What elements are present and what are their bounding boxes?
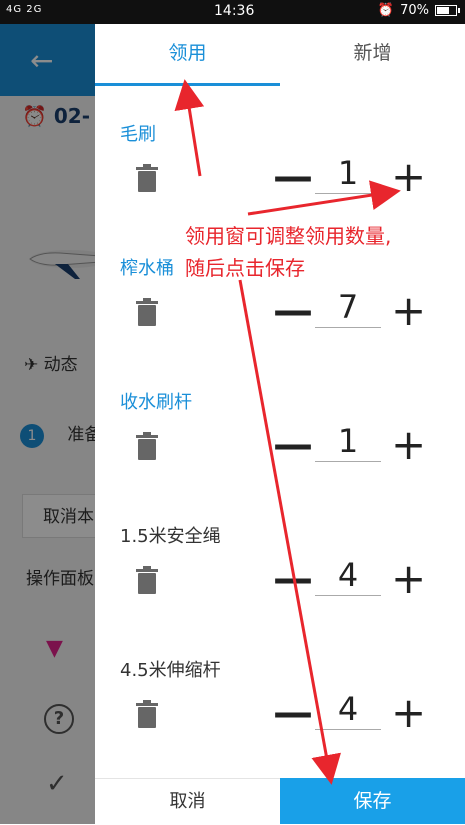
quantity-field[interactable]: 4	[315, 690, 381, 730]
battery-icon	[435, 5, 460, 16]
tab-requisition[interactable]: 领用	[95, 24, 280, 86]
clock: 14:36	[214, 3, 255, 19]
tab-add-new[interactable]: 新增	[280, 24, 465, 86]
item-name: 毛刷	[120, 124, 156, 145]
tab-bar: 领用 新增	[95, 24, 465, 86]
status-right: ⏰ 70%	[377, 3, 460, 18]
status-bar: 4G 2G 14:36 ⏰ 70%	[0, 0, 465, 24]
save-button[interactable]: 保存	[280, 778, 465, 824]
list-item: 1.5米安全绳 — 4 +	[95, 522, 465, 656]
annotation-text: 领用窗可调整领用数量, 随后点击保存	[185, 220, 391, 284]
trash-icon[interactable]	[135, 700, 159, 728]
decrease-button[interactable]: —	[273, 425, 313, 465]
item-name: 1.5米安全绳	[120, 526, 221, 547]
dialog-footer: 取消 保存	[95, 778, 465, 824]
requisition-dialog: 领用 新增 毛刷 — 1 + 榨水桶 — 7 + 收水刷杆 — 1 + 1.5米…	[95, 24, 465, 824]
increase-button[interactable]: +	[391, 156, 426, 198]
list-item: 4.5米伸缩杆 — 4 +	[95, 656, 465, 790]
quantity-field[interactable]: 1	[315, 422, 381, 462]
increase-button[interactable]: +	[391, 424, 426, 466]
battery-percent: 70%	[400, 3, 429, 18]
trash-icon[interactable]	[135, 566, 159, 594]
increase-button[interactable]: +	[391, 558, 426, 600]
increase-button[interactable]: +	[391, 290, 426, 332]
quantity-field[interactable]: 7	[315, 288, 381, 328]
decrease-button[interactable]: —	[273, 291, 313, 331]
signal-indicator: 4G 2G	[6, 4, 43, 15]
trash-icon[interactable]	[135, 164, 159, 192]
item-name: 榨水桶	[120, 258, 174, 279]
quantity-field[interactable]: 4	[315, 556, 381, 596]
item-name: 4.5米伸缩杆	[120, 660, 221, 681]
decrease-button[interactable]: —	[273, 693, 313, 733]
increase-button[interactable]: +	[391, 692, 426, 734]
quantity-field[interactable]: 1	[315, 154, 381, 194]
annotation-line-2: 随后点击保存	[185, 256, 305, 280]
item-name: 收水刷杆	[120, 392, 192, 413]
trash-icon[interactable]	[135, 432, 159, 460]
annotation-line-1: 领用窗可调整领用数量,	[185, 224, 392, 248]
trash-icon[interactable]	[135, 298, 159, 326]
decrease-button[interactable]: —	[273, 157, 313, 197]
cancel-button[interactable]: 取消	[95, 778, 280, 824]
decrease-button[interactable]: —	[273, 559, 313, 599]
alarm-icon: ⏰	[377, 3, 395, 18]
list-item: 收水刷杆 — 1 +	[95, 388, 465, 522]
